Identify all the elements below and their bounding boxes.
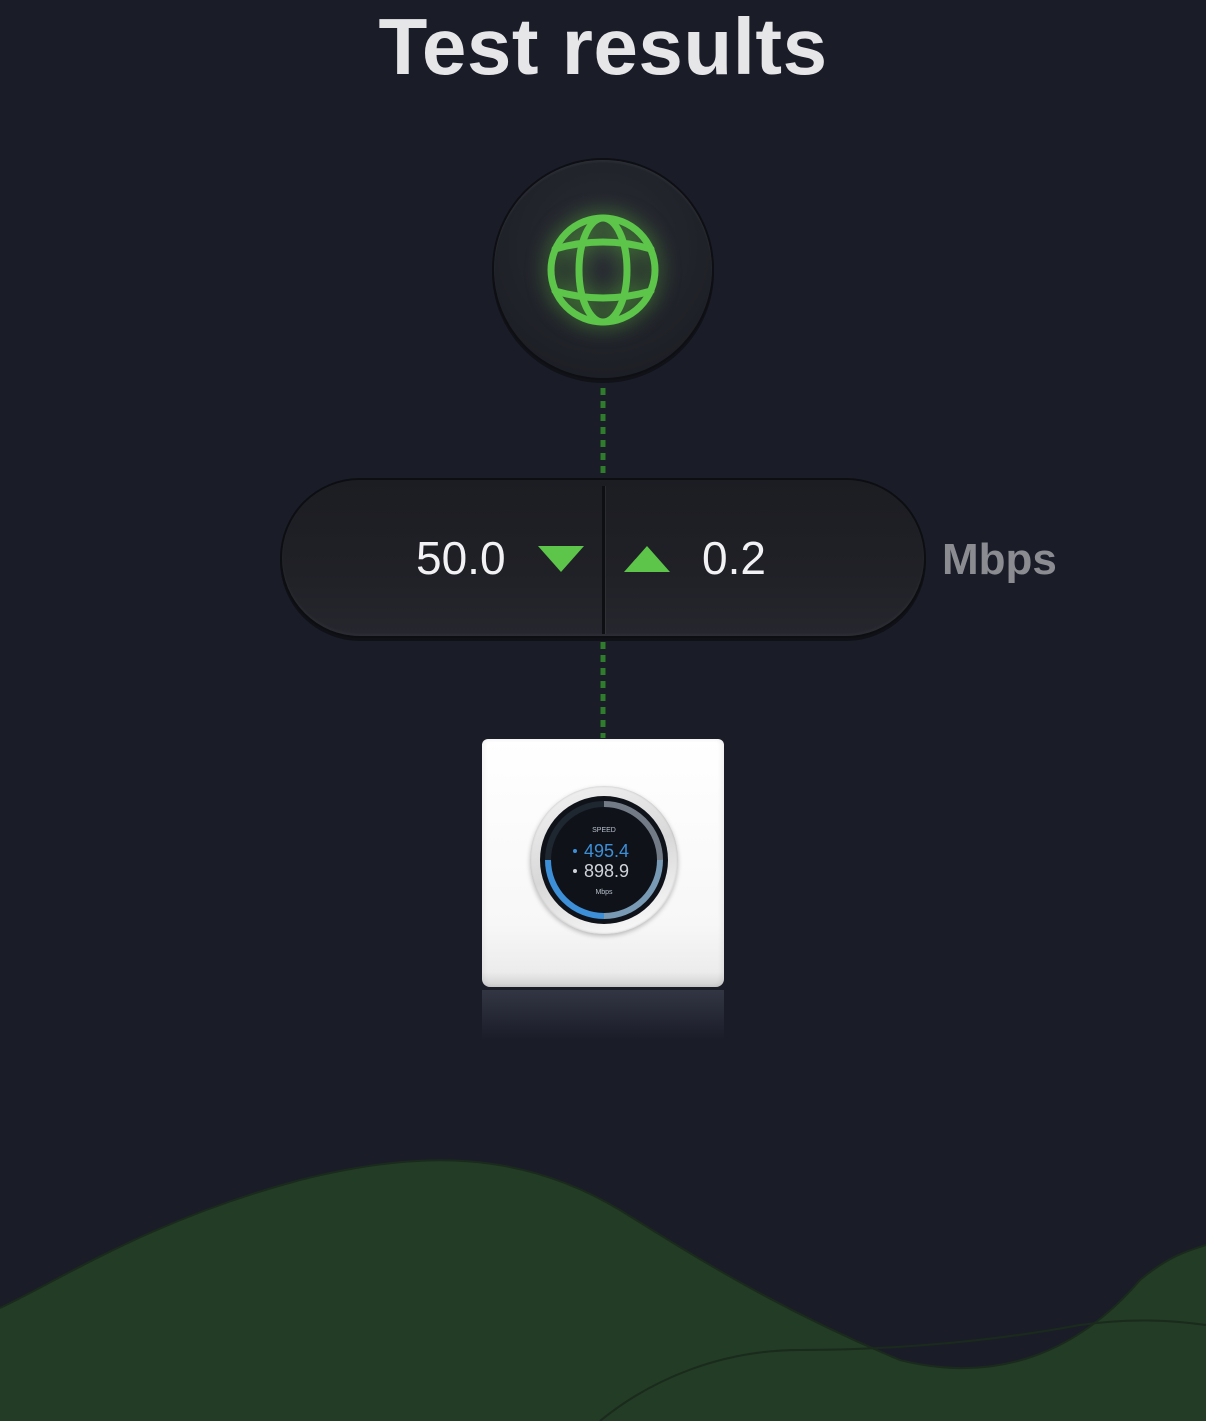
speed-unit-label: Mbps <box>942 535 1057 584</box>
router-display-value-1: 495.4 <box>584 841 630 861</box>
page-title: Test results <box>378 2 828 91</box>
router-display-screen: SPEED 495.4 898.9 Mbps <box>540 796 668 924</box>
hills-background <box>0 1159 1206 1421</box>
router-display-unit: Mbps <box>595 889 613 896</box>
upload-speed-value: 0.2 <box>702 532 766 584</box>
connection-line-top <box>600 388 606 480</box>
router-display-value-2: 898.9 <box>584 861 630 881</box>
router-display-label: SPEED <box>592 827 616 834</box>
download-speed-value: 50.0 <box>416 532 506 584</box>
router-display-ring: SPEED 495.4 898.9 Mbps <box>530 786 678 934</box>
pill-divider <box>602 486 605 634</box>
router-bullet-icon <box>573 849 577 853</box>
globe-icon <box>547 214 659 326</box>
router-bullet-icon <box>573 869 577 873</box>
connection-line-bottom <box>600 642 606 738</box>
triangle-down-icon <box>538 546 584 572</box>
triangle-up-icon <box>624 546 670 572</box>
internet-node-button[interactable] <box>494 160 712 378</box>
router-device-image[interactable]: SPEED 495.4 898.9 Mbps <box>482 739 724 987</box>
router-reflection <box>482 990 724 1040</box>
speed-result-panel: 50.0 0.2 <box>282 480 924 636</box>
